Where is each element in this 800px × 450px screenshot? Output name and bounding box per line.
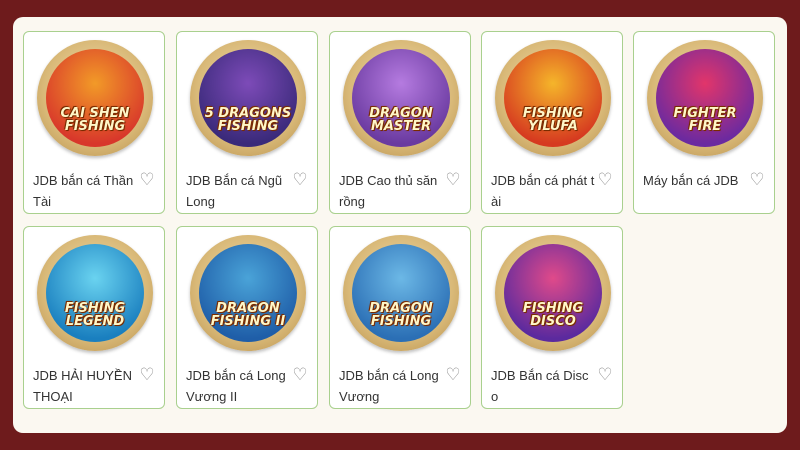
game-thumbnail[interactable]: FISHING YILUFA	[495, 40, 611, 156]
game-artwork: DRAGON MASTER	[352, 49, 450, 147]
game-logo-line: FISHING	[370, 314, 432, 329]
game-artwork: FISHING LEGEND	[46, 244, 144, 342]
game-card[interactable]: FISHING LEGEND JDB HẢI HUYỀN THOẠI ♡	[23, 226, 165, 409]
game-artwork: DRAGON FISHING	[352, 244, 450, 342]
game-logo: FISHING LEGEND	[46, 302, 144, 328]
game-card[interactable]: CAI SHEN FISHING JDB bắn cá Thần Tài ♡	[23, 31, 165, 214]
heart-outline-icon[interactable]: ♡	[138, 171, 156, 189]
game-grid-panel: CAI SHEN FISHING JDB bắn cá Thần Tài ♡ 5 DRA…	[13, 17, 787, 433]
heart-outline-icon[interactable]: ♡	[596, 366, 614, 384]
game-logo: FIGHTER FIRE	[656, 107, 754, 133]
game-logo-line: FISHING	[217, 119, 279, 134]
game-title[interactable]: Máy bắn cá JDB	[643, 170, 747, 191]
game-logo: DRAGON FISHING II	[199, 302, 297, 328]
game-logo: 5 DRAGONS FISHING	[199, 107, 297, 133]
game-card[interactable]: DRAGON FISHING JDB bắn cá Long Vương ♡	[329, 226, 471, 409]
heart-outline-icon[interactable]: ♡	[444, 366, 462, 384]
game-title[interactable]: JDB bắn cá Long Vương II	[186, 365, 290, 407]
game-title[interactable]: JDB bắn cá Long Vương	[339, 365, 443, 407]
heart-outline-icon[interactable]: ♡	[596, 171, 614, 189]
game-artwork: 5 DRAGONS FISHING	[199, 49, 297, 147]
game-thumbnail[interactable]: CAI SHEN FISHING	[37, 40, 153, 156]
game-title[interactable]: JDB HẢI HUYỀN THOẠI	[33, 365, 137, 407]
game-thumbnail[interactable]: FISHING LEGEND	[37, 235, 153, 351]
game-card[interactable]: FIGHTER FIRE Máy bắn cá JDB ♡	[633, 31, 775, 214]
heart-outline-icon[interactable]: ♡	[291, 366, 309, 384]
game-title[interactable]: JDB Cao thủ săn rồng	[339, 170, 443, 212]
game-logo: CAI SHEN FISHING	[46, 107, 144, 133]
game-logo-line: FIRE	[688, 119, 722, 134]
game-artwork: CAI SHEN FISHING	[46, 49, 144, 147]
game-title[interactable]: JDB bắn cá Thần Tài	[33, 170, 137, 212]
game-thumbnail[interactable]: 5 DRAGONS FISHING	[190, 40, 306, 156]
game-thumbnail[interactable]: DRAGON FISHING II	[190, 235, 306, 351]
game-logo-line: FISHING II	[210, 314, 286, 329]
game-logo-line: FISHING DISCO	[522, 301, 584, 329]
heart-outline-icon[interactable]: ♡	[138, 366, 156, 384]
game-artwork: DRAGON FISHING II	[199, 244, 297, 342]
game-thumbnail[interactable]: DRAGON MASTER	[343, 40, 459, 156]
game-title[interactable]: JDB bắn cá phát tài	[491, 170, 595, 212]
game-logo-line: FISHING	[64, 119, 126, 134]
game-card[interactable]: FISHING YILUFA JDB bắn cá phát tài ♡	[481, 31, 623, 214]
game-title[interactable]: JDB Bắn cá Disco	[491, 365, 595, 407]
game-thumbnail[interactable]: DRAGON FISHING	[343, 235, 459, 351]
game-logo: DRAGON FISHING	[352, 302, 450, 328]
game-thumbnail[interactable]: FIGHTER FIRE	[647, 40, 763, 156]
game-logo: FISHING YILUFA	[504, 107, 602, 133]
heart-outline-icon[interactable]: ♡	[748, 171, 766, 189]
heart-outline-icon[interactable]: ♡	[444, 171, 462, 189]
game-artwork: FISHING DISCO	[504, 244, 602, 342]
game-artwork: FISHING YILUFA	[504, 49, 602, 147]
game-logo: DRAGON MASTER	[352, 107, 450, 133]
game-logo-line: MASTER	[370, 119, 432, 134]
game-card[interactable]: 5 DRAGONS FISHING JDB Bắn cá Ngũ Long ♡	[176, 31, 318, 214]
game-logo: FISHING DISCO	[504, 302, 602, 328]
game-card[interactable]: DRAGON MASTER JDB Cao thủ săn rồng ♡	[329, 31, 471, 214]
game-logo-line: YILUFA	[528, 119, 578, 134]
game-logo-line: LEGEND	[65, 314, 125, 329]
game-card[interactable]: DRAGON FISHING II JDB bắn cá Long Vương II…	[176, 226, 318, 409]
game-card[interactable]: FISHING DISCO JDB Bắn cá Disco ♡	[481, 226, 623, 409]
heart-outline-icon[interactable]: ♡	[291, 171, 309, 189]
game-artwork: FIGHTER FIRE	[656, 49, 754, 147]
game-thumbnail[interactable]: FISHING DISCO	[495, 235, 611, 351]
game-title[interactable]: JDB Bắn cá Ngũ Long	[186, 170, 290, 212]
